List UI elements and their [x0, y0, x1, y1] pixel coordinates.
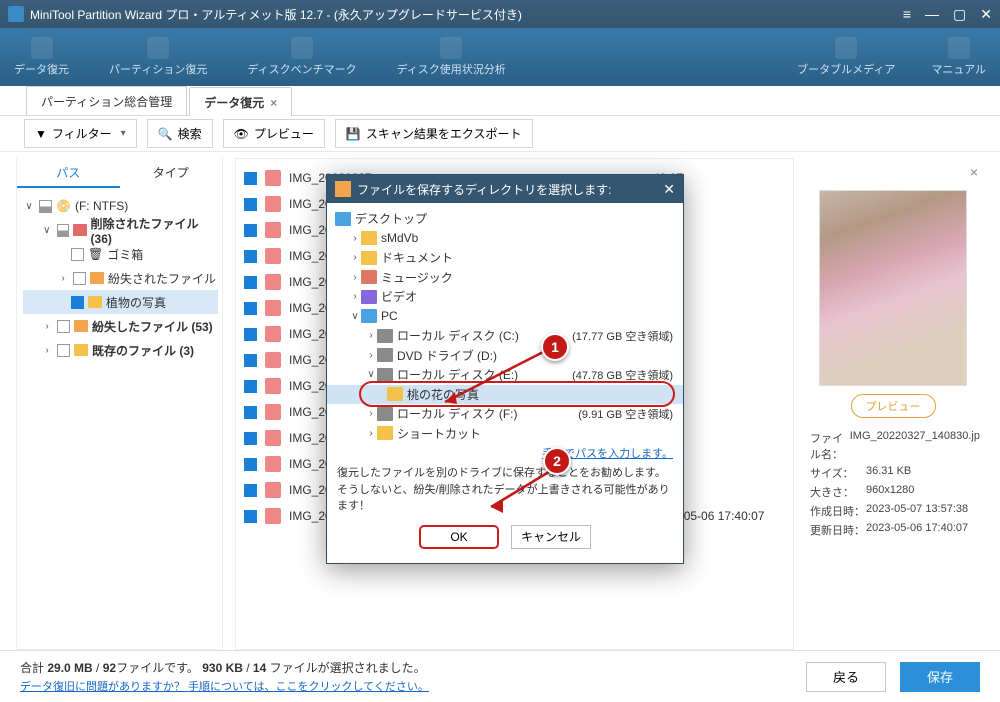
checkbox-icon[interactable]: [244, 406, 257, 419]
search-button[interactable]: 🔍 検索: [147, 119, 213, 148]
tree-recycle-bin[interactable]: 🗑ゴミ箱: [23, 242, 218, 266]
checkbox-icon[interactable]: [244, 172, 257, 185]
selected-folder-row[interactable]: 桃の花の写真: [327, 385, 683, 405]
directory-tree[interactable]: デスクトップ ›sMdVb ›ドキュメント ›ミュージック ›ビデオ ∨PC ›…: [327, 209, 683, 441]
app-title: MiniTool Partition Wizard プロ・アルティメット版 12…: [30, 6, 903, 23]
ribbon-disk-benchmark[interactable]: ディスクベンチマーク: [247, 37, 356, 77]
checkbox-icon[interactable]: [244, 302, 257, 315]
help-link[interactable]: データ復旧に問題がありますか？ 手順については、ここをクリックしてください。: [20, 678, 429, 694]
data-recovery-icon: [31, 37, 53, 59]
ribbon-disk-usage[interactable]: ディスク使用状況分析: [397, 37, 506, 77]
tree-lost-files[interactable]: ›紛失したファイル (53): [23, 314, 218, 338]
checkbox-icon[interactable]: [244, 458, 257, 471]
tree-lost-sub[interactable]: ›紛失されたファイル: [23, 266, 218, 290]
disk-usage-icon: [440, 37, 462, 59]
manual-path-link[interactable]: 手動でパスを入力します。: [327, 441, 683, 461]
tree-existing-files[interactable]: ›既存のファイル (3): [23, 338, 218, 362]
file-icon: [265, 352, 281, 368]
file-icon: [265, 326, 281, 342]
ribbon-label: データ復元: [14, 61, 69, 77]
file-icon: [265, 482, 281, 498]
ribbon-label: マニュアル: [931, 61, 986, 77]
ribbon-partition-recovery[interactable]: パーティション復元: [109, 37, 207, 77]
footer: 合計 29.0 MB / 92ファイルです。 930 KB / 14 ファイルが…: [0, 650, 1000, 702]
ribbon-label: パーティション復元: [109, 61, 207, 77]
file-icon: [265, 508, 281, 524]
ribbon-label: ディスクベンチマーク: [247, 61, 356, 77]
checkbox-icon[interactable]: [244, 380, 257, 393]
checkbox-icon[interactable]: [244, 276, 257, 289]
preview-pane: × プレビュー ファイル名：IMG_20220327_140830.jp サイズ…: [806, 158, 984, 650]
preview-open-button[interactable]: プレビュー: [851, 394, 936, 418]
file-icon: [265, 222, 281, 238]
file-icon: [265, 248, 281, 264]
footer-summary: 合計 29.0 MB / 92ファイルです。 930 KB / 14 ファイルが…: [20, 661, 426, 675]
close-icon[interactable]: ✕: [980, 7, 992, 21]
checkbox-icon[interactable]: [244, 328, 257, 341]
checkbox-icon[interactable]: [244, 432, 257, 445]
benchmark-icon: [291, 37, 313, 59]
annotation-bubble-1: 1: [541, 333, 569, 361]
ribbon-label: ディスク使用状況分析: [397, 61, 506, 77]
menu-icon[interactable]: ≡: [903, 7, 911, 21]
dialog-icon: [335, 181, 351, 197]
tab-partition-mgmt[interactable]: パーティション総合管理: [26, 86, 187, 115]
tree-deleted-files[interactable]: ∨削除されたファイル (36): [23, 218, 218, 242]
file-icon: [265, 196, 281, 212]
preview-button[interactable]: 👁 プレビュー: [223, 119, 325, 148]
content-tabs: パーティション総合管理 データ復元×: [0, 86, 1000, 116]
checkbox-icon[interactable]: [244, 198, 257, 211]
file-icon: [265, 378, 281, 394]
minimize-icon[interactable]: —: [925, 7, 939, 21]
folder-tree: ∨📀(F: NTFS) ∨削除されたファイル (36) 🗑ゴミ箱 ›紛失されたフ…: [17, 188, 222, 370]
save-button[interactable]: 保存: [900, 662, 980, 692]
bootable-icon: [835, 37, 857, 59]
ribbon-manual[interactable]: マニュアル: [931, 37, 986, 77]
maximize-icon[interactable]: ▢: [953, 7, 966, 21]
left-tab-type[interactable]: タイプ: [120, 158, 223, 188]
cancel-button[interactable]: キャンセル: [511, 525, 591, 549]
checkbox-icon[interactable]: [244, 250, 257, 263]
modal-advice: 復元したファイルを別のドライブに保存することをお勧めします。そうしないと、紛失/…: [327, 461, 683, 521]
toolbar: ▼ フィルター 🔍 検索 👁 プレビュー 💾 スキャン結果をエクスポート: [0, 116, 1000, 152]
app-icon: [8, 6, 24, 22]
left-tab-path[interactable]: パス: [17, 158, 120, 188]
ok-button[interactable]: OK: [419, 525, 499, 549]
filter-button[interactable]: ▼ フィルター: [24, 119, 137, 148]
partition-recovery-icon: [147, 37, 169, 59]
ribbon: データ復元 パーティション復元 ディスクベンチマーク ディスク使用状況分析 ブー…: [0, 28, 1000, 86]
manual-icon: [948, 37, 970, 59]
annotation-bubble-2: 2: [543, 447, 571, 475]
close-panel-icon[interactable]: ×: [970, 164, 978, 180]
tab-close-icon[interactable]: ×: [270, 96, 277, 110]
back-button[interactable]: 戻る: [806, 662, 886, 692]
ribbon-data-recovery[interactable]: データ復元: [14, 37, 69, 77]
dialog-title: ファイルを保存するディレクトリを選択します:: [357, 181, 663, 198]
file-icon: [265, 430, 281, 446]
file-icon: [265, 404, 281, 420]
file-metadata: ファイル名：IMG_20220327_140830.jp サイズ：36.31 K…: [806, 430, 980, 538]
file-icon: [265, 300, 281, 316]
checkbox-icon[interactable]: [244, 510, 257, 523]
export-button[interactable]: 💾 スキャン結果をエクスポート: [335, 119, 533, 148]
titlebar: MiniTool Partition Wizard プロ・アルティメット版 12…: [0, 0, 1000, 28]
file-icon: [265, 274, 281, 290]
ribbon-label: ブータブルメディア: [797, 61, 895, 77]
checkbox-icon[interactable]: [244, 484, 257, 497]
save-directory-dialog: ファイルを保存するディレクトリを選択します: ✕ デスクトップ ›sMdVb ›…: [326, 174, 684, 564]
checkbox-icon[interactable]: [244, 354, 257, 367]
left-pane: パス タイプ ∨📀(F: NTFS) ∨削除されたファイル (36) 🗑ゴミ箱 …: [16, 158, 223, 650]
checkbox-icon[interactable]: [244, 224, 257, 237]
thumbnail-image: [819, 190, 967, 386]
file-icon: [265, 456, 281, 472]
ribbon-bootable-media[interactable]: ブータブルメディア: [797, 37, 895, 77]
tab-data-recovery[interactable]: データ復元×: [189, 87, 292, 116]
tree-plant-photos[interactable]: 植物の写真: [23, 290, 218, 314]
dialog-close-icon[interactable]: ✕: [663, 181, 675, 198]
file-icon: [265, 170, 281, 186]
